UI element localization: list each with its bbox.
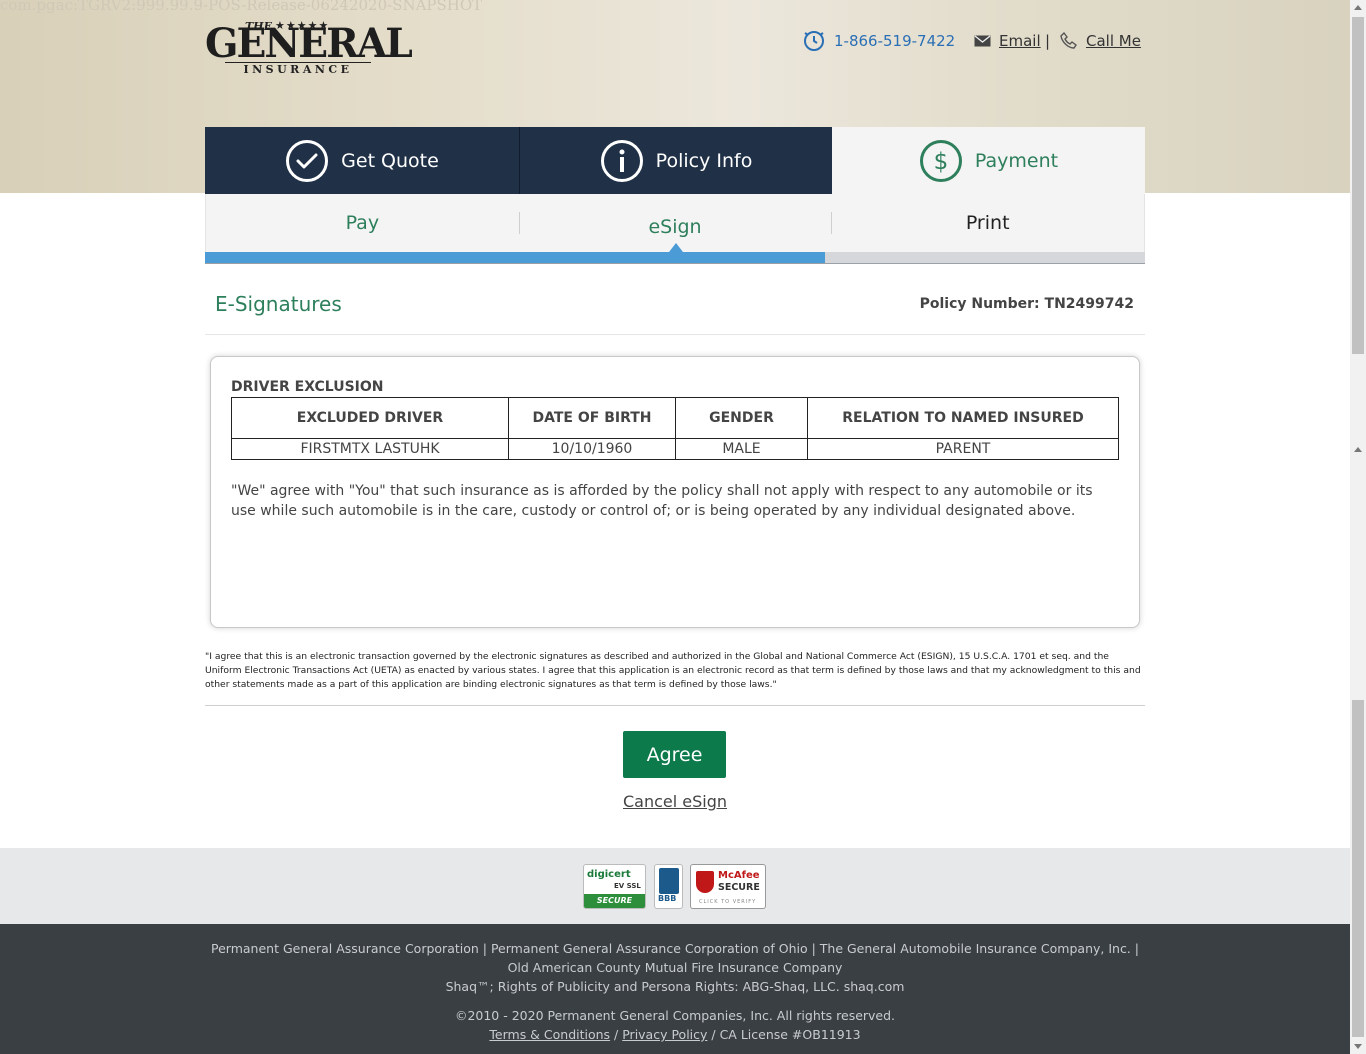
document-viewer[interactable]: DRIVER EXCLUSION EXCLUDED DRIVER DATE OF… [210,356,1140,628]
privacy-link[interactable]: Privacy Policy [622,1027,707,1042]
ca-license: / CA License #OB11913 [707,1027,861,1042]
mcafee-name: McAfee [718,870,760,881]
handset-icon [1060,32,1078,50]
email-link[interactable]: Email [999,32,1041,50]
agree-button[interactable]: Agree [623,731,726,778]
scroll-marker [1354,447,1362,452]
footer: Permanent General Assurance Corporation … [0,924,1350,1054]
logo-insurance: INSURANCE [225,62,371,76]
policy-number: Policy Number: TN2499742 [919,296,1134,312]
subtab-print[interactable]: Print [831,194,1144,252]
digicert-secure: SECURE [584,894,645,908]
logo-registered: ® [389,50,398,60]
divider [205,334,1145,335]
footer-shaq: Shaq™; Rights of Publicity and Persona R… [445,979,905,994]
svg-text:$: $ [934,149,949,175]
cancel-esign-row: Cancel eSign [0,792,1350,811]
esign-legal-text: "I agree that this is an electronic tran… [205,651,1141,690]
mcafee-shield-icon [696,871,714,893]
call-me-contact[interactable]: Call Me [1060,30,1141,52]
step-payment[interactable]: $ Payment [832,127,1145,194]
phone-contact[interactable]: 1-866-519-7422 [802,30,955,52]
phone-number[interactable]: 1-866-519-7422 [834,32,955,50]
table-cell: MALE [675,438,808,460]
bbb-torch-icon [659,868,679,894]
bbb-name: BBB [658,894,677,903]
column-header: DATE OF BIRTH [508,397,676,439]
divider [205,705,1145,706]
footer-companies: Permanent General Assurance Corporation … [211,941,1139,975]
logo-general: GENERAL [205,20,413,67]
page-title: E-Signatures [215,292,342,316]
dollar-circle-icon: $ [919,139,963,183]
footer-copyright: ©2010 - 2020 Permanent General Companies… [454,1008,896,1023]
mcafee-badge[interactable]: McAfee SECURE CLICK TO VERIFY [690,864,766,909]
build-version-tag: com.pgac:TGRV2:999.99.9-POS-Release-0624… [0,0,483,14]
column-header: RELATION TO NAMED INSURED [807,397,1119,439]
table-cell: PARENT [807,438,1119,460]
column-header: GENDER [675,397,808,439]
progress-bar [205,252,1145,264]
digicert-badge[interactable]: digicert EV SSL SECURE [583,864,646,909]
document-heading: DRIVER EXCLUSION [231,379,384,395]
scroll-down-arrow[interactable] [1354,1044,1362,1049]
step-policy-info-label: Policy Info [655,149,753,172]
scroll-up-arrow[interactable] [1354,5,1362,10]
phone-clock-icon [802,29,826,53]
step-payment-label: Payment [974,149,1059,172]
mcafee-verify: CLICK TO VERIFY [699,899,757,905]
table-cell: 10/10/1960 [508,438,676,460]
subtab-pay[interactable]: Pay [206,194,519,252]
scroll-thumb[interactable] [1352,17,1364,354]
cancel-esign-link[interactable]: Cancel eSign [623,792,727,811]
contact-separator: | [1045,32,1051,50]
progress-steps: Get Quote Policy Info $ Payment [205,127,1145,194]
footer-slash: / [610,1027,623,1042]
bbb-badge[interactable]: BBB [654,864,683,909]
scrollbar[interactable] [1350,0,1366,1054]
check-circle-icon [285,139,329,183]
trust-badges: digicert EV SSL SECURE BBB McAfee SECURE… [0,848,1350,924]
email-contact[interactable]: Email [974,30,1041,52]
table-row: FIRSTMTX LASTUHK 10/10/1960 MALE PARENT [231,438,1119,460]
scroll-thumb[interactable] [1352,700,1364,1037]
footer-links: Terms & Conditions / Privacy Policy / CA… [205,1025,1145,1044]
table-cell: FIRSTMTX LASTUHK [231,438,509,460]
step-policy-info[interactable]: Policy Info [519,127,832,194]
call-me-link[interactable]: Call Me [1086,32,1141,50]
document-text: "We" agree with "You" that such insuranc… [231,483,1093,519]
digicert-name: digicert [587,869,631,880]
mcafee-secure: SECURE [718,882,760,893]
active-tab-indicator [669,243,683,252]
driver-exclusion-table: EXCLUDED DRIVER DATE OF BIRTH GENDER REL… [231,397,1119,460]
the-general-logo[interactable]: THE ★★★★★ GENERAL ® INSURANCE [205,19,413,76]
envelope-icon [974,35,991,47]
step-get-quote-label: Get Quote [341,149,439,172]
digicert-sub: EV SSL [614,882,641,890]
terms-link[interactable]: Terms & Conditions [489,1027,610,1042]
step-get-quote[interactable]: Get Quote [205,127,519,194]
table-header-row: EXCLUDED DRIVER DATE OF BIRTH GENDER REL… [231,397,1119,439]
progress-bar-fill [205,252,826,263]
column-header: EXCLUDED DRIVER [231,397,509,439]
info-circle-icon [600,139,644,183]
